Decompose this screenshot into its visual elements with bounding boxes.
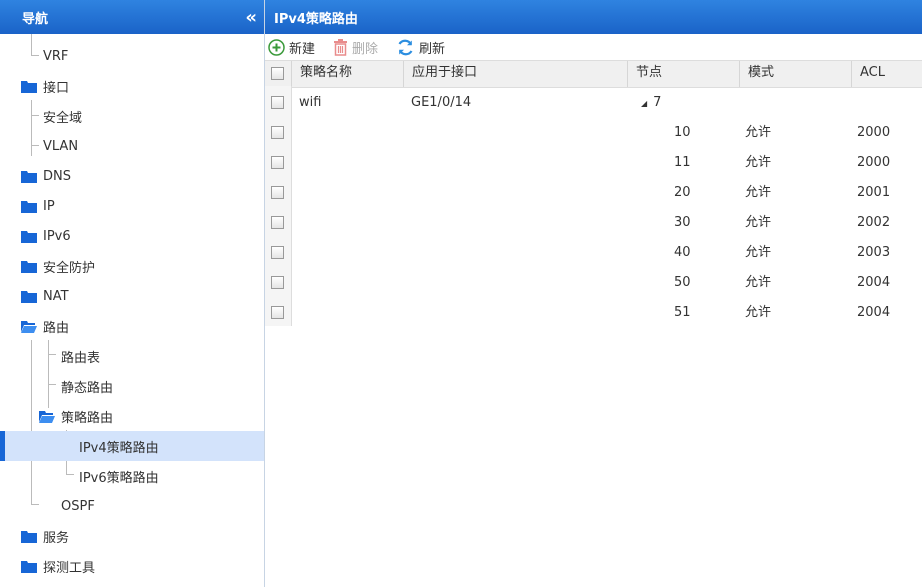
nav-item-ospf[interactable]: OSPF — [0, 491, 264, 521]
refresh-icon — [396, 38, 415, 57]
cell-node: 40 — [674, 245, 691, 260]
nav-item-nat[interactable]: NAT — [0, 281, 264, 311]
nav-item-probe-tools[interactable]: 探测工具 — [0, 551, 264, 581]
cell-acl: 2001 — [857, 185, 891, 200]
nav-item-dns[interactable]: DNS — [0, 161, 264, 191]
cell-mode: 允许 — [745, 215, 772, 230]
folder-icon — [21, 260, 37, 273]
nav-header: 导航 « — [0, 0, 264, 34]
row-checkbox[interactable] — [271, 186, 284, 199]
collapse-triangle-icon[interactable]: ◢ — [641, 99, 647, 108]
delete-button[interactable]: 删除 — [333, 38, 378, 57]
cell-acl: 2003 — [857, 245, 891, 260]
table-row[interactable]: 50 允许 2004 — [265, 268, 922, 298]
row-checkbox[interactable] — [271, 306, 284, 319]
grid-header: 策略名称 应用于接口 节点 模式 ACL — [265, 60, 922, 88]
row-checkbox[interactable] — [271, 96, 284, 109]
table-row[interactable]: 20 允许 2001 — [265, 178, 922, 208]
select-all-checkbox[interactable] — [271, 67, 284, 80]
col-header-node[interactable]: 节点 — [627, 61, 739, 87]
toolbar: 新建 删除 刷新 — [265, 34, 922, 60]
col-header-acl[interactable]: ACL — [851, 61, 922, 87]
table-row[interactable]: 30 允许 2002 — [265, 208, 922, 238]
col-header-interface[interactable]: 应用于接口 — [403, 61, 627, 87]
col-header-policy-name[interactable]: 策略名称 — [291, 61, 403, 87]
folder-open-icon — [21, 320, 37, 333]
refresh-button[interactable]: 刷新 — [396, 38, 445, 57]
nav-item-ip[interactable]: IP — [0, 191, 264, 221]
cell-node: 10 — [674, 125, 691, 140]
cell-node: 20 — [674, 185, 691, 200]
nav-item-ipv4-policy-route[interactable]: IPv4策略路由 — [0, 431, 264, 461]
select-all-cell — [265, 61, 291, 87]
nav-item-interface[interactable]: 接口 — [0, 71, 264, 101]
cell-mode: 允许 — [745, 305, 772, 320]
cell-interface: GE1/0/14 — [411, 95, 472, 110]
trash-icon — [333, 38, 348, 56]
nav-item-security-zone[interactable]: 安全域 — [0, 101, 264, 131]
cell-mode: 允许 — [745, 185, 772, 200]
row-checkbox[interactable] — [271, 246, 284, 259]
col-header-mode[interactable]: 模式 — [739, 61, 851, 87]
cell-mode: 允许 — [745, 155, 772, 170]
nav-item-vlan[interactable]: VLAN — [0, 131, 264, 161]
nav-panel: 导航 « VRF 接口 安全域 VLAN DNS IP IPv6 安全防护 NA… — [0, 0, 265, 587]
main-panel: IPv4策略路由 新建 删除 刷新 策略名称 应用于接口 节点 模式 ACL w… — [265, 0, 922, 587]
cell-mode: 允许 — [745, 245, 772, 260]
cell-acl: 2004 — [857, 275, 891, 290]
cell-policy-name: wifi — [299, 95, 322, 110]
cell-node: 11 — [674, 155, 691, 170]
nav-title: 导航 — [22, 11, 49, 27]
nav-item-static-route[interactable]: 静态路由 — [0, 371, 264, 401]
policy-route-grid: 策略名称 应用于接口 节点 模式 ACL wifi GE1/0/14 ◢ 7 10… — [265, 60, 922, 328]
row-checkbox[interactable] — [271, 216, 284, 229]
table-row[interactable]: 11 允许 2000 — [265, 148, 922, 178]
nav-item-vrf[interactable]: VRF — [0, 41, 264, 71]
cell-node: 50 — [674, 275, 691, 290]
folder-icon — [21, 290, 37, 303]
row-checkbox[interactable] — [271, 156, 284, 169]
row-checkbox[interactable] — [271, 126, 284, 139]
folder-icon — [21, 170, 37, 183]
nav-item-routing[interactable]: 路由 — [0, 311, 264, 341]
nav-item-ipv6-policy-route[interactable]: IPv6策略路由 — [0, 461, 264, 491]
folder-icon — [21, 230, 37, 243]
table-row[interactable]: 40 允许 2003 — [265, 238, 922, 268]
cell-acl: 2004 — [857, 305, 891, 320]
table-row[interactable]: 10 允许 2000 — [265, 118, 922, 148]
nav-item-security-protection[interactable]: 安全防护 — [0, 251, 264, 281]
cell-mode: 允许 — [745, 125, 772, 140]
cell-acl: 2000 — [857, 155, 891, 170]
folder-icon — [21, 530, 37, 543]
table-row[interactable]: 51 允许 2004 — [265, 298, 922, 328]
table-row-group[interactable]: wifi GE1/0/14 ◢ 7 — [265, 88, 922, 118]
folder-icon — [21, 80, 37, 93]
nav-item-route-table[interactable]: 路由表 — [0, 341, 264, 371]
cell-node: 51 — [674, 305, 691, 320]
cell-node: 30 — [674, 215, 691, 230]
cell-mode: 允许 — [745, 275, 772, 290]
plus-circle-icon — [268, 38, 285, 56]
cell-acl: 2002 — [857, 215, 891, 230]
cell-acl: 2000 — [857, 125, 891, 140]
nav-item-policy-route[interactable]: 策略路由 — [0, 401, 264, 431]
row-checkbox[interactable] — [271, 276, 284, 289]
folder-open-icon — [39, 410, 55, 423]
new-button[interactable]: 新建 — [268, 38, 315, 57]
page-title: IPv4策略路由 — [265, 0, 922, 34]
collapse-icon[interactable]: « — [245, 7, 257, 28]
folder-icon — [21, 560, 37, 573]
cell-node-group[interactable]: ◢ 7 — [641, 88, 661, 118]
folder-icon — [21, 200, 37, 213]
nav-item-service[interactable]: 服务 — [0, 521, 264, 551]
nav-item-ipv6[interactable]: IPv6 — [0, 221, 264, 251]
